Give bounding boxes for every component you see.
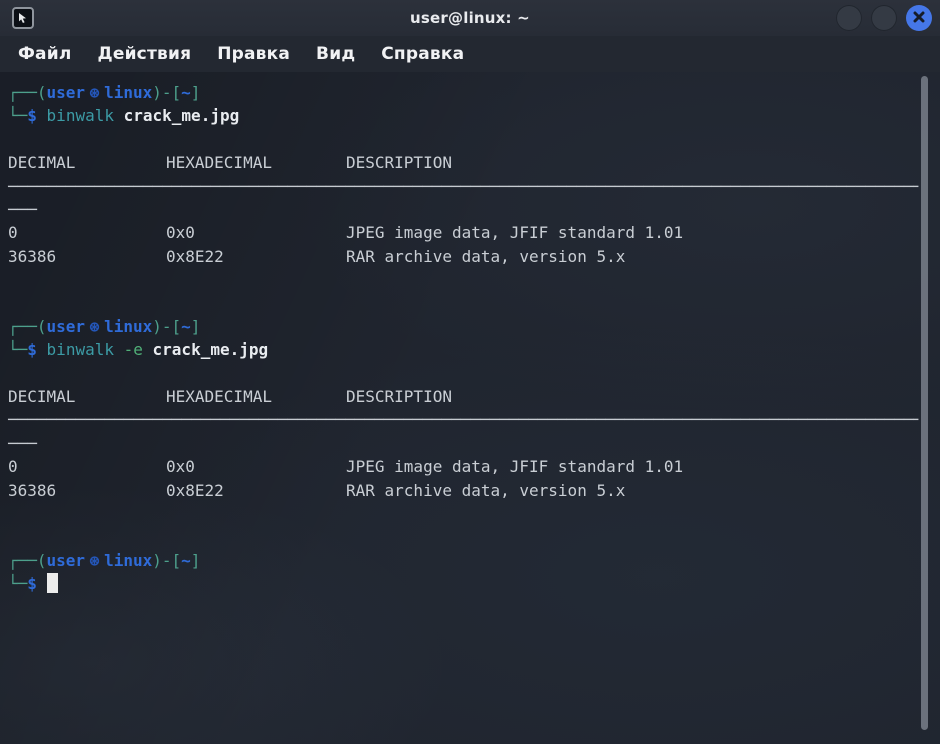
prompt-frame: └─ (8, 340, 27, 359)
close-button[interactable] (906, 5, 932, 31)
prompt-frame: ] (191, 551, 201, 570)
cell-decimal: 0 (8, 221, 166, 244)
prompt-user: user (47, 551, 86, 570)
prompt-frame: └─ (8, 574, 27, 593)
header-decimal: DECIMAL (8, 385, 166, 408)
command-line-2: └─$ binwalk -e crack_me.jpg (8, 338, 940, 361)
prompt-path: ~ (181, 317, 191, 336)
header-description: DESCRIPTION (346, 153, 452, 172)
minimize-button[interactable] (836, 5, 862, 31)
cell-decimal: 36386 (8, 245, 166, 268)
header-decimal: DECIMAL (8, 151, 166, 174)
prompt-dollar: $ (27, 340, 37, 359)
prompt-line-top: ┌──(user⊛linux)-[~] (8, 549, 940, 572)
cell-description: RAR archive data, version 5.x (346, 247, 625, 266)
prompt-frame: └─ (8, 106, 27, 125)
titlebar[interactable]: user@linux: ~ (0, 0, 940, 36)
prompt-user: user (47, 317, 86, 336)
cell-description: JPEG image data, JFIF standard 1.01 (346, 457, 683, 476)
prompt-path: ~ (181, 83, 191, 102)
prompt-frame: )-[ (152, 83, 181, 102)
command-argument: crack_me.jpg (124, 106, 240, 125)
cell-decimal: 0 (8, 455, 166, 478)
blank-line (8, 128, 940, 151)
at-symbol-icon: ⊛ (85, 315, 104, 338)
prompt-line-top: ┌──(user⊛linux)-[~] (8, 315, 940, 338)
at-symbol-icon: ⊛ (85, 81, 104, 104)
at-symbol-icon: ⊛ (85, 549, 104, 572)
table-row: 00x0JPEG image data, JFIF standard 1.01 (8, 221, 940, 244)
table-header-row: DECIMALHEXADECIMALDESCRIPTION (8, 385, 940, 408)
cell-hex: 0x8E22 (166, 479, 346, 502)
prompt-user: user (47, 83, 86, 102)
separator-wrap: ─── (8, 198, 940, 221)
menu-view[interactable]: Вид (316, 44, 355, 64)
prompt-host: linux (104, 83, 152, 102)
prompt-frame: )-[ (152, 317, 181, 336)
prompt-frame: ] (191, 317, 201, 336)
scrollbar[interactable] (920, 72, 930, 744)
prompt-host: linux (104, 551, 152, 570)
menubar: Файл Действия Правка Вид Справка (0, 36, 940, 72)
header-hexadecimal: HEXADECIMAL (166, 151, 346, 174)
header-description: DESCRIPTION (346, 387, 452, 406)
table-header-row: DECIMALHEXADECIMALDESCRIPTION (8, 151, 940, 174)
terminal-window: user@linux: ~ Файл Действия Правка Вид С… (0, 0, 940, 744)
current-prompt-line: └─$ (8, 572, 940, 595)
blank-line (8, 362, 940, 385)
terminal-body[interactable]: ┌──(user⊛linux)-[~] └─$ binwalk crack_me… (0, 72, 940, 744)
menu-file[interactable]: Файл (18, 44, 72, 64)
command-line-1: └─$ binwalk crack_me.jpg (8, 104, 940, 127)
blank-line (8, 268, 940, 291)
prompt-path: ~ (181, 551, 191, 570)
cell-description: RAR archive data, version 5.x (346, 481, 625, 500)
close-icon (913, 11, 925, 26)
command-flag: -e (124, 340, 143, 359)
prompt-frame: ] (191, 83, 201, 102)
terminal-cursor (47, 573, 58, 593)
cell-hex: 0x0 (166, 221, 346, 244)
prompt-frame: ┌──( (8, 551, 47, 570)
blank-line (8, 525, 940, 548)
command-name: binwalk (47, 340, 114, 359)
cell-description: JPEG image data, JFIF standard 1.01 (346, 223, 683, 242)
header-hexadecimal: HEXADECIMAL (166, 385, 346, 408)
cell-hex: 0x8E22 (166, 245, 346, 268)
prompt-dollar: $ (27, 574, 37, 593)
menu-help[interactable]: Справка (381, 44, 464, 64)
window-title: user@linux: ~ (0, 9, 940, 27)
separator-line: ────────────────────────────────────────… (8, 175, 940, 198)
prompt-frame: ┌──( (8, 317, 47, 336)
command-argument: crack_me.jpg (153, 340, 269, 359)
prompt-line-top: ┌──(user⊛linux)-[~] (8, 81, 940, 104)
separator-line: ────────────────────────────────────────… (8, 408, 940, 431)
prompt-frame: )-[ (152, 551, 181, 570)
prompt-frame: ┌──( (8, 83, 47, 102)
menu-edit[interactable]: Правка (217, 44, 290, 64)
table-row: 00x0JPEG image data, JFIF standard 1.01 (8, 455, 940, 478)
window-controls (836, 5, 932, 31)
separator-wrap: ─── (8, 432, 940, 455)
menu-actions[interactable]: Действия (98, 44, 192, 64)
cell-hex: 0x0 (166, 455, 346, 478)
cell-decimal: 36386 (8, 479, 166, 502)
blank-line (8, 292, 940, 315)
scrollbar-thumb[interactable] (921, 76, 928, 730)
maximize-button[interactable] (871, 5, 897, 31)
command-name: binwalk (47, 106, 114, 125)
table-row: 363860x8E22RAR archive data, version 5.x (8, 479, 940, 502)
prompt-dollar: $ (27, 106, 37, 125)
table-row: 363860x8E22RAR archive data, version 5.x (8, 245, 940, 268)
prompt-host: linux (104, 317, 152, 336)
blank-line (8, 502, 940, 525)
